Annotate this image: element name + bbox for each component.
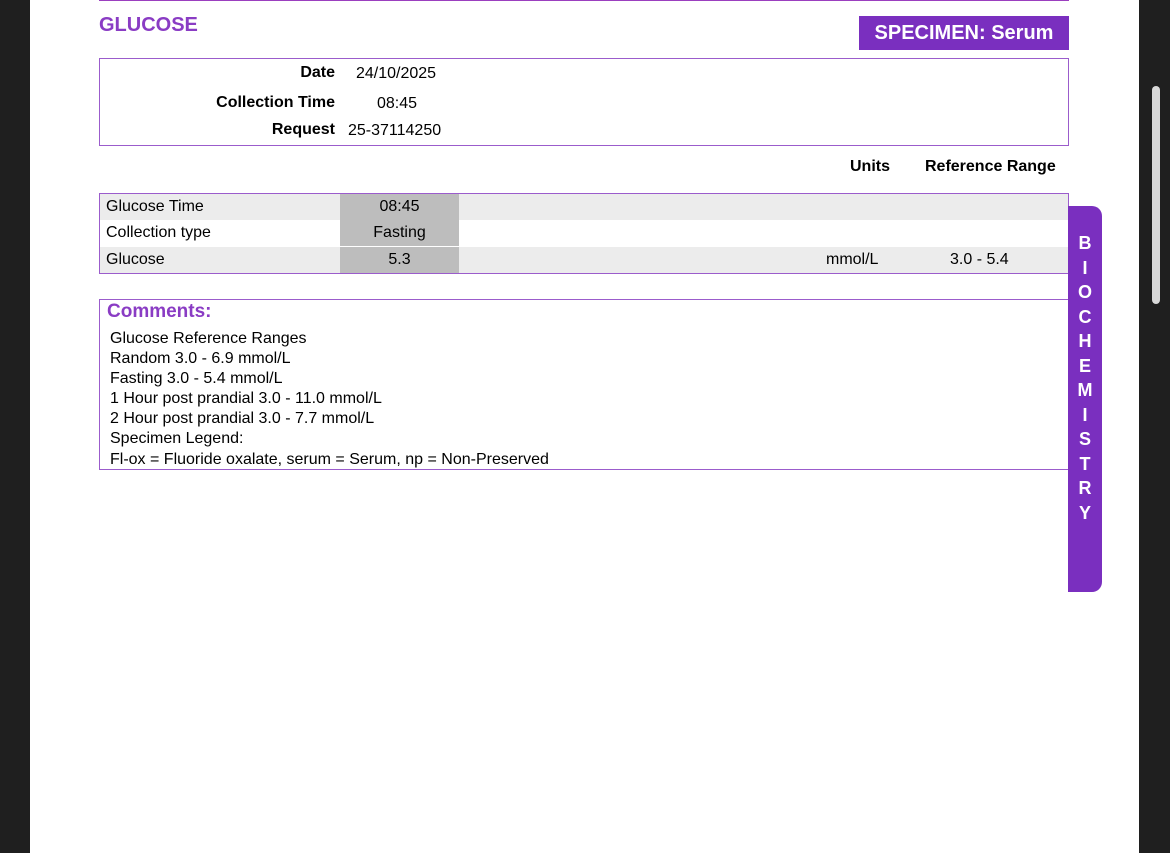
- test-title: GLUCOSE: [99, 14, 198, 36]
- side-tab-letter: T: [1079, 453, 1091, 474]
- side-tab-letter: E: [1078, 355, 1091, 376]
- side-tab-letter: I: [1082, 404, 1088, 425]
- date-label: Date: [300, 64, 335, 81]
- comment-line: 2 Hour post prandial 3.0 - 7.7 mmol/L: [110, 410, 375, 427]
- result-value: 08:45: [340, 194, 459, 220]
- comment-line: 1 Hour post prandial 3.0 - 11.0 mmol/L: [110, 390, 382, 407]
- table-row: Glucose Time 08:45: [100, 194, 1068, 220]
- result-range: 3.0 - 5.4: [950, 251, 1009, 268]
- table-row: Collection type Fasting: [100, 220, 1068, 246]
- comment-line: Fl-ox = Fluoride oxalate, serum = Serum,…: [110, 451, 549, 468]
- comments-box: Comments: Glucose Reference Ranges Rando…: [99, 299, 1069, 470]
- table-row: Glucose 5.3 mmol/L 3.0 - 5.4: [100, 247, 1068, 273]
- date-value: 24/10/2025: [356, 65, 437, 82]
- report-page: GLUCOSE SPECIMEN: Serum Date 24/10/2025 …: [30, 0, 1139, 853]
- result-value: Fasting: [340, 220, 459, 246]
- side-tab-letter: Y: [1078, 502, 1091, 523]
- reference-range-header: Reference Range: [925, 158, 1056, 175]
- comment-line: Fasting 3.0 - 5.4 mmol/L: [110, 370, 283, 387]
- comment-line: Glucose Reference Ranges: [110, 330, 307, 347]
- result-value: 5.3: [340, 247, 459, 273]
- request-value: 25-37114250: [348, 122, 442, 139]
- request-info-box: Date 24/10/2025 Collection Time 08:45 Re…: [99, 58, 1069, 146]
- comment-line: Specimen Legend:: [110, 430, 244, 447]
- result-unit: mmol/L: [826, 251, 879, 268]
- side-tab-letter: R: [1078, 478, 1092, 498]
- request-label: Request: [271, 121, 335, 138]
- side-tab-letter: H: [1078, 331, 1092, 351]
- scrollbar-thumb[interactable]: [1152, 86, 1160, 304]
- biochemistry-side-tab: B I O C H E M I S T R Y: [1068, 206, 1102, 592]
- collection-time-label: Collection Time: [216, 94, 335, 111]
- top-divider: [99, 0, 1069, 1]
- result-name: Glucose: [106, 251, 165, 268]
- side-tab-letter: C: [1078, 306, 1092, 327]
- side-tab-letter: S: [1078, 429, 1091, 449]
- side-tab-letter: I: [1082, 257, 1088, 278]
- result-name: Glucose Time: [106, 198, 204, 215]
- side-tab-letter: B: [1078, 233, 1092, 253]
- specimen-badge: SPECIMEN: Serum: [859, 16, 1069, 50]
- units-header: Units: [850, 158, 890, 175]
- results-table: Glucose Time 08:45 Collection type Fasti…: [99, 193, 1069, 274]
- result-name: Collection type: [106, 224, 211, 241]
- side-tab-letter: M: [1077, 380, 1093, 400]
- comments-title: Comments:: [107, 301, 212, 322]
- collection-time-value: 08:45: [377, 95, 418, 112]
- comment-line: Random 3.0 - 6.9 mmol/L: [110, 350, 291, 367]
- side-tab-letter: O: [1077, 282, 1092, 302]
